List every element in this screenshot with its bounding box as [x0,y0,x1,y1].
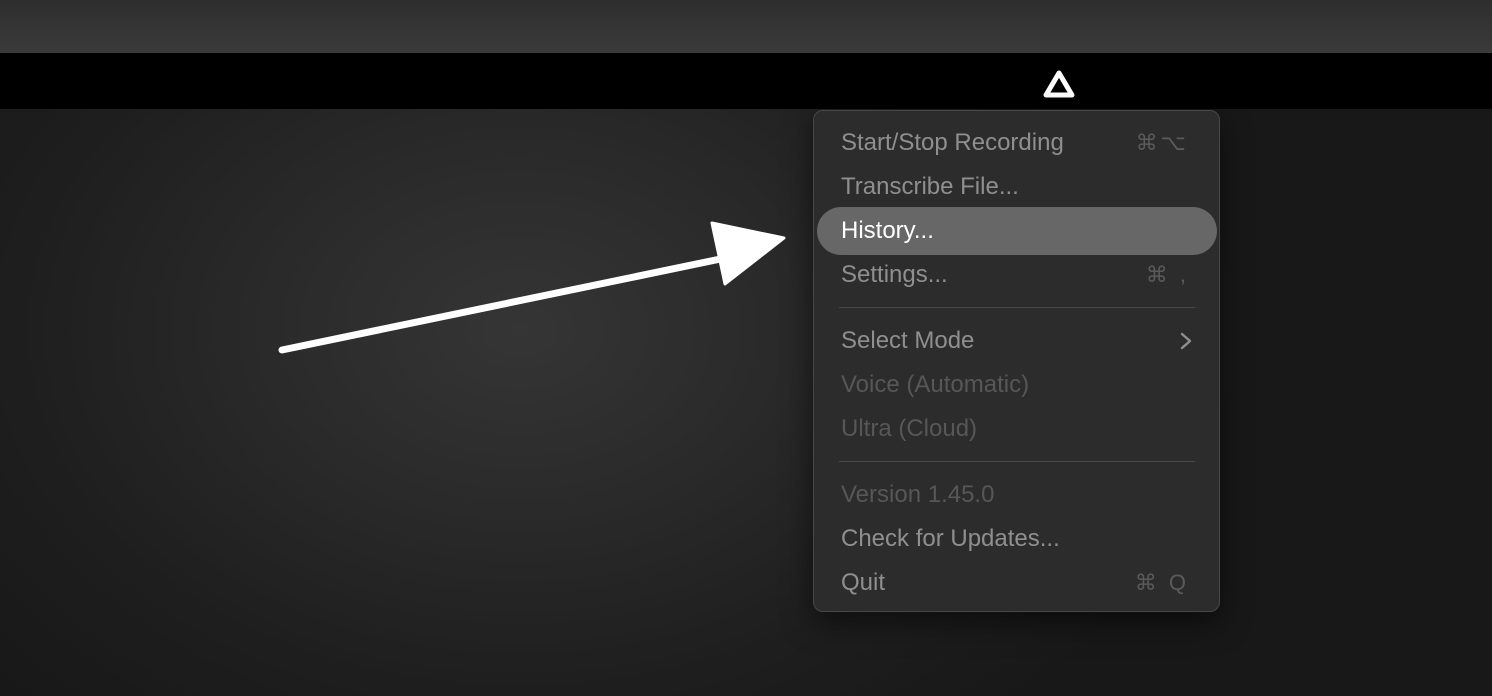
menu-item-transcribe-file[interactable]: Transcribe File... [817,163,1217,211]
menu-item-check-for-updates[interactable]: Check for Updates... [817,515,1217,563]
menu-item-label: Voice (Automatic) [841,371,1030,398]
menu-item-settings[interactable]: Settings... ⌘ , [817,251,1217,299]
menu-item-label: Ultra (Cloud) [841,415,978,442]
menu-item-shortcut: ⌘⌥ [1135,130,1189,155]
menu-item-label: Settings... [841,261,948,288]
menu-item-history[interactable]: History... [817,207,1217,255]
status-menu: Start/Stop Recording ⌘⌥ Transcribe File.… [813,110,1220,612]
chevron-right-icon [1180,332,1192,350]
menu-bar [0,53,1492,109]
menu-item-ultra-cloud: Ultra (Cloud) [817,405,1217,453]
window-top-strip [0,0,1492,53]
menu-separator [839,461,1195,462]
menu-item-voice-automatic: Voice (Automatic) [817,361,1217,409]
menu-item-label: Select Mode [841,327,975,354]
menu-item-shortcut: ⌘ Q [1134,570,1189,595]
menu-item-start-stop-recording[interactable]: Start/Stop Recording ⌘⌥ [817,119,1217,167]
desktop: Start/Stop Recording ⌘⌥ Transcribe File.… [0,0,1492,696]
menu-separator [839,307,1195,308]
menu-item-version: Version 1.45.0 [817,471,1217,519]
menu-item-label: Transcribe File... [841,173,1019,200]
triangle-logo-icon[interactable] [1042,68,1076,100]
menu-item-label: Start/Stop Recording [841,129,1064,156]
menu-item-label: Check for Updates... [841,525,1060,552]
menu-item-label: Version 1.45.0 [841,481,995,508]
menu-item-shortcut: ⌘ , [1145,262,1189,287]
menu-item-quit[interactable]: Quit ⌘ Q [817,559,1217,607]
menu-item-label: History... [841,217,934,244]
menu-item-label: Quit [841,569,886,596]
menu-item-select-mode[interactable]: Select Mode [817,317,1217,365]
